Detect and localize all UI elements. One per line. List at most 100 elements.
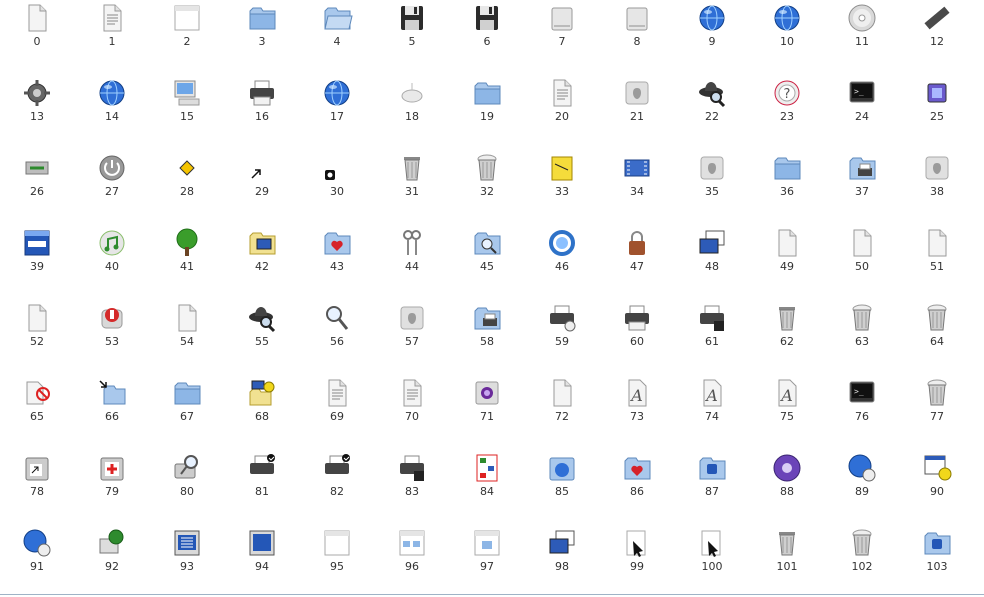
icon-cell[interactable]: 79: [87, 452, 137, 512]
icon-cell[interactable]: A 74: [687, 377, 737, 437]
icon-cell[interactable]: 81: [237, 452, 287, 512]
icon-cell[interactable]: 15: [162, 77, 212, 137]
icon-cell[interactable]: 98: [537, 527, 587, 587]
icon-cell[interactable]: 8: [612, 2, 662, 62]
icon-cell[interactable]: 33: [537, 152, 587, 212]
icon-cell[interactable]: 1: [87, 2, 137, 62]
icon-cell[interactable]: 93: [162, 527, 212, 587]
icon-cell[interactable]: 59: [537, 302, 587, 362]
icon-cell[interactable]: 30: [312, 152, 362, 212]
icon-cell[interactable]: 36: [762, 152, 812, 212]
icon-cell[interactable]: 85: [537, 452, 587, 512]
icon-cell[interactable]: 84: [462, 452, 512, 512]
icon-cell[interactable]: 50: [837, 227, 887, 287]
icon-cell[interactable]: 89: [837, 452, 887, 512]
icon-cell[interactable]: 20: [537, 77, 587, 137]
icon-cell[interactable]: 78: [12, 452, 62, 512]
icon-cell[interactable]: 71: [462, 377, 512, 437]
icon-cell[interactable]: 54: [162, 302, 212, 362]
icon-cell[interactable]: 96: [387, 527, 437, 587]
icon-cell[interactable]: 45: [462, 227, 512, 287]
icon-cell[interactable]: 52: [12, 302, 62, 362]
icon-cell[interactable]: 27: [87, 152, 137, 212]
icon-cell[interactable]: 28: [162, 152, 212, 212]
icon-cell[interactable]: 0: [12, 2, 62, 62]
icon-cell[interactable]: 99: [612, 527, 662, 587]
icon-cell[interactable]: 102: [837, 527, 887, 587]
icon-cell[interactable]: 37: [837, 152, 887, 212]
icon-cell[interactable]: 47: [612, 227, 662, 287]
icon-cell[interactable]: 18: [387, 77, 437, 137]
icon-cell[interactable]: 35: [687, 152, 737, 212]
icon-cell[interactable]: 19: [462, 77, 512, 137]
icon-cell[interactable]: 13: [12, 77, 62, 137]
icon-cell[interactable]: 10: [762, 2, 812, 62]
icon-cell[interactable]: 43: [312, 227, 362, 287]
icon-cell[interactable]: A 73: [612, 377, 662, 437]
icon-cell[interactable]: 94: [237, 527, 287, 587]
icon-cell[interactable]: 9: [687, 2, 737, 62]
icon-cell[interactable]: 53: [87, 302, 137, 362]
icon-cell[interactable]: 57: [387, 302, 437, 362]
icon-cell[interactable]: 67: [162, 377, 212, 437]
icon-cell[interactable]: 12: [912, 2, 962, 62]
icon-cell[interactable]: 25: [912, 77, 962, 137]
icon-cell[interactable]: 101: [762, 527, 812, 587]
icon-cell[interactable]: 3: [237, 2, 287, 62]
icon-cell[interactable]: 21: [612, 77, 662, 137]
icon-cell[interactable]: 86: [612, 452, 662, 512]
icon-cell[interactable]: 70: [387, 377, 437, 437]
icon-cell[interactable]: 69: [312, 377, 362, 437]
icon-cell[interactable]: 95: [312, 527, 362, 587]
icon-cell[interactable]: 97: [462, 527, 512, 587]
icon-cell[interactable]: 80: [162, 452, 212, 512]
icon-cell[interactable]: 90: [912, 452, 962, 512]
icon-cell[interactable]: 38: [912, 152, 962, 212]
icon-cell[interactable]: 46: [537, 227, 587, 287]
icon-cell[interactable]: 65: [12, 377, 62, 437]
icon-cell[interactable]: 39: [12, 227, 62, 287]
icon-cell[interactable]: 62: [762, 302, 812, 362]
icon-cell[interactable]: 103: [912, 527, 962, 587]
icon-cell[interactable]: 63: [837, 302, 887, 362]
icon-cell[interactable]: 22: [687, 77, 737, 137]
icon-cell[interactable]: 31: [387, 152, 437, 212]
icon-cell[interactable]: 66: [87, 377, 137, 437]
icon-cell[interactable]: 51: [912, 227, 962, 287]
icon-cell[interactable]: 11: [837, 2, 887, 62]
icon-cell[interactable]: A 75: [762, 377, 812, 437]
icon-cell[interactable]: 44: [387, 227, 437, 287]
icon-cell[interactable]: 82: [312, 452, 362, 512]
icon-cell[interactable]: 14: [87, 77, 137, 137]
icon-cell[interactable]: 32: [462, 152, 512, 212]
icon-cell[interactable]: 49: [762, 227, 812, 287]
icon-cell[interactable]: >_ 76: [837, 377, 887, 437]
icon-cell[interactable]: 5: [387, 2, 437, 62]
icon-cell[interactable]: 29: [237, 152, 287, 212]
icon-cell[interactable]: 83: [387, 452, 437, 512]
icon-cell[interactable]: 87: [687, 452, 737, 512]
icon-cell[interactable]: 91: [12, 527, 62, 587]
icon-cell[interactable]: 2: [162, 2, 212, 62]
icon-cell[interactable]: 48: [687, 227, 737, 287]
icon-cell[interactable]: 41: [162, 227, 212, 287]
icon-cell[interactable]: 92: [87, 527, 137, 587]
icon-cell[interactable]: 34: [612, 152, 662, 212]
icon-cell[interactable]: 40: [87, 227, 137, 287]
icon-cell[interactable]: >_ 24: [837, 77, 887, 137]
icon-cell[interactable]: 68: [237, 377, 287, 437]
icon-cell[interactable]: 88: [762, 452, 812, 512]
icon-cell[interactable]: 55: [237, 302, 287, 362]
icon-cell[interactable]: 7: [537, 2, 587, 62]
icon-cell[interactable]: 100: [687, 527, 737, 587]
icon-cell[interactable]: 64: [912, 302, 962, 362]
icon-cell[interactable]: 61: [687, 302, 737, 362]
icon-cell[interactable]: 56: [312, 302, 362, 362]
icon-cell[interactable]: 42: [237, 227, 287, 287]
icon-cell[interactable]: 6: [462, 2, 512, 62]
icon-cell[interactable]: 77: [912, 377, 962, 437]
icon-cell[interactable]: 60: [612, 302, 662, 362]
icon-cell[interactable]: 16: [237, 77, 287, 137]
icon-cell[interactable]: 4: [312, 2, 362, 62]
icon-cell[interactable]: 26: [12, 152, 62, 212]
